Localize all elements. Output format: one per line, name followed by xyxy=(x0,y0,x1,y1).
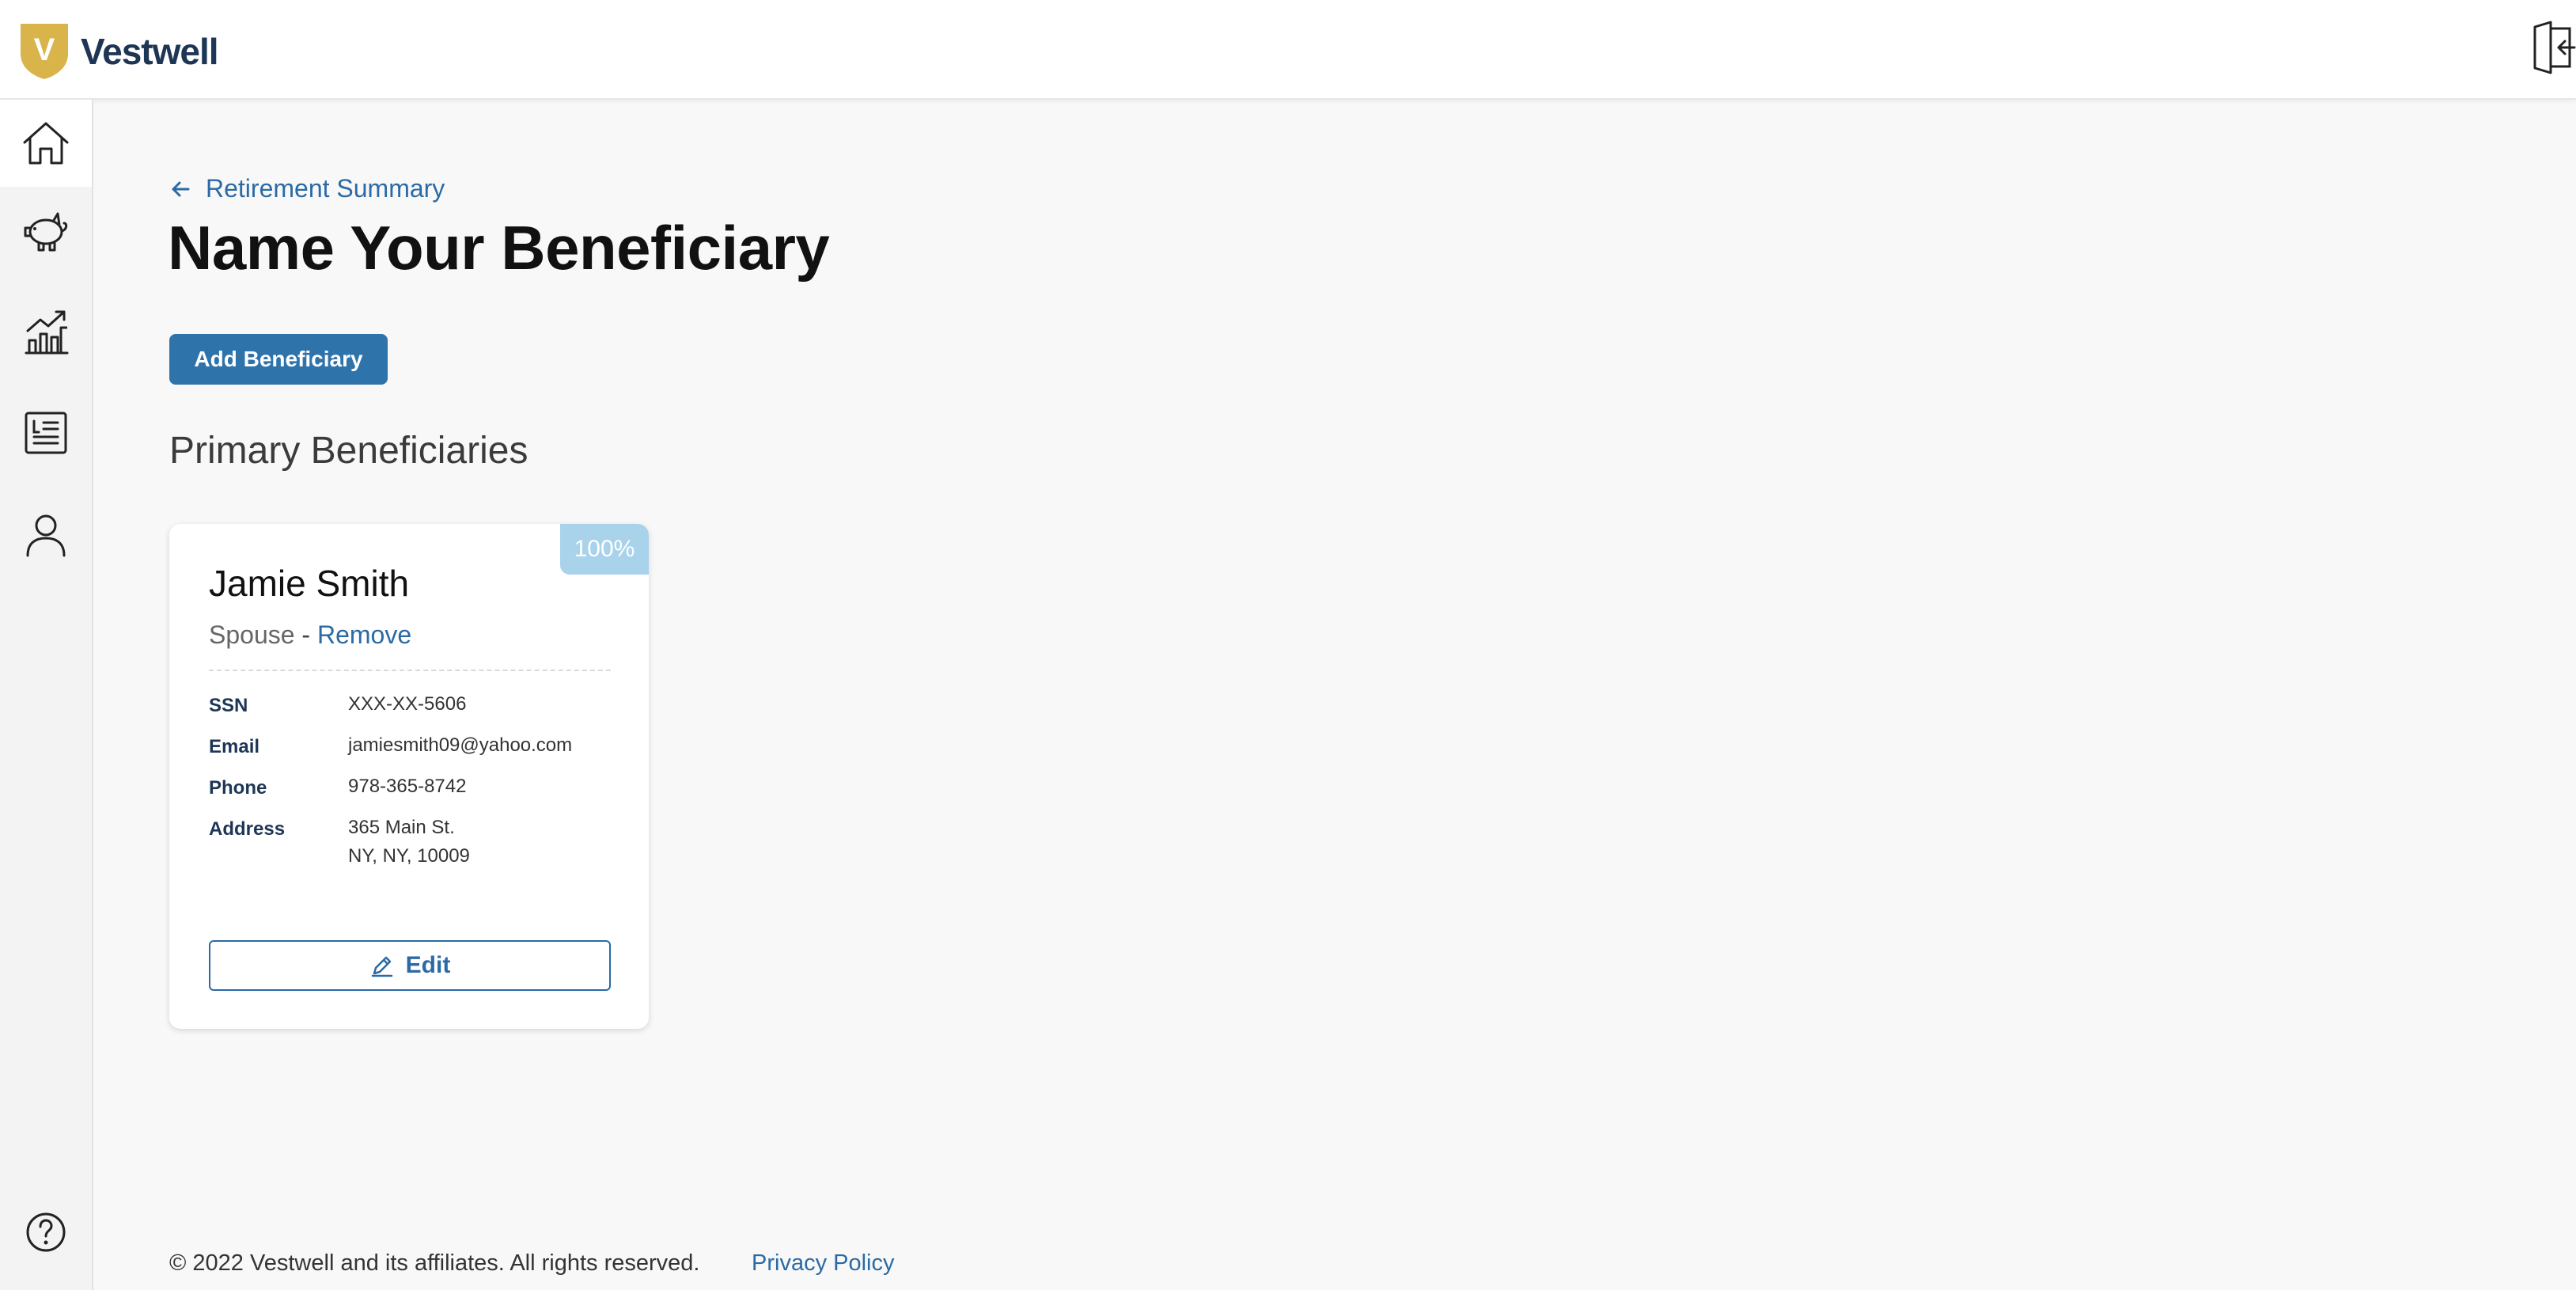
percentage-badge: 100% xyxy=(560,524,649,575)
edit-button[interactable]: Edit xyxy=(209,940,611,991)
shield-logo-icon: V xyxy=(21,24,68,79)
address-label: Address xyxy=(209,818,286,840)
beneficiary-card: 100% Jamie Smith Spouse - Remove SSN XXX… xyxy=(169,524,649,1029)
logo-letter: V xyxy=(34,32,55,67)
email-label: Email xyxy=(209,736,260,757)
divider xyxy=(209,670,611,671)
beneficiary-name: Jamie Smith xyxy=(209,563,410,604)
sidebar xyxy=(0,100,93,1290)
ssn-label: SSN xyxy=(209,695,248,716)
address-line-2: NY, NY, 10009 xyxy=(348,845,470,867)
edit-button-label: Edit xyxy=(405,952,451,978)
relationship-separator: - xyxy=(301,620,311,649)
person-icon xyxy=(26,514,66,557)
beneficiary-relationship: Spouse xyxy=(209,620,295,649)
add-beneficiary-button[interactable]: Add Beneficiary xyxy=(169,334,388,385)
copyright-text: © 2022 Vestwell and its affiliates. All … xyxy=(169,1250,700,1276)
sidebar-item-profile[interactable] xyxy=(0,491,92,578)
page-title: Name Your Beneficiary xyxy=(168,213,830,283)
section-title: Primary Beneficiaries xyxy=(169,430,528,472)
vestwell-logo[interactable]: V Vestwell xyxy=(19,22,219,81)
sidebar-item-documents[interactable] xyxy=(0,389,92,476)
help-icon xyxy=(26,1212,66,1252)
sidebar-item-investments[interactable] xyxy=(0,288,92,375)
phone-value: 978-365-8742 xyxy=(348,776,467,797)
back-link[interactable]: Retirement Summary xyxy=(169,174,445,203)
sidebar-item-savings[interactable] xyxy=(0,187,92,274)
back-link-label: Retirement Summary xyxy=(206,174,445,203)
piggy-bank-icon xyxy=(24,212,68,252)
email-value: jamiesmith09@yahoo.com xyxy=(348,734,573,756)
beneficiary-relationship-line: Spouse - Remove xyxy=(209,620,411,650)
address-line-1: 365 Main St. xyxy=(348,817,455,838)
remove-link[interactable]: Remove xyxy=(317,620,411,649)
top-bar: V Vestwell xyxy=(0,0,2576,100)
privacy-policy-link[interactable]: Privacy Policy xyxy=(752,1250,895,1277)
logout-icon[interactable] xyxy=(2529,21,2576,76)
arrow-left-icon xyxy=(172,181,190,196)
ssn-value: XXX-XX-5606 xyxy=(348,693,467,715)
document-icon xyxy=(25,412,67,454)
sidebar-item-help[interactable] xyxy=(0,1189,92,1276)
sidebar-item-home[interactable] xyxy=(0,100,92,187)
pencil-icon xyxy=(371,956,392,977)
home-icon xyxy=(23,122,69,165)
chart-icon xyxy=(25,310,69,355)
brand-name: Vestwell xyxy=(81,31,219,72)
phone-label: Phone xyxy=(209,777,267,799)
